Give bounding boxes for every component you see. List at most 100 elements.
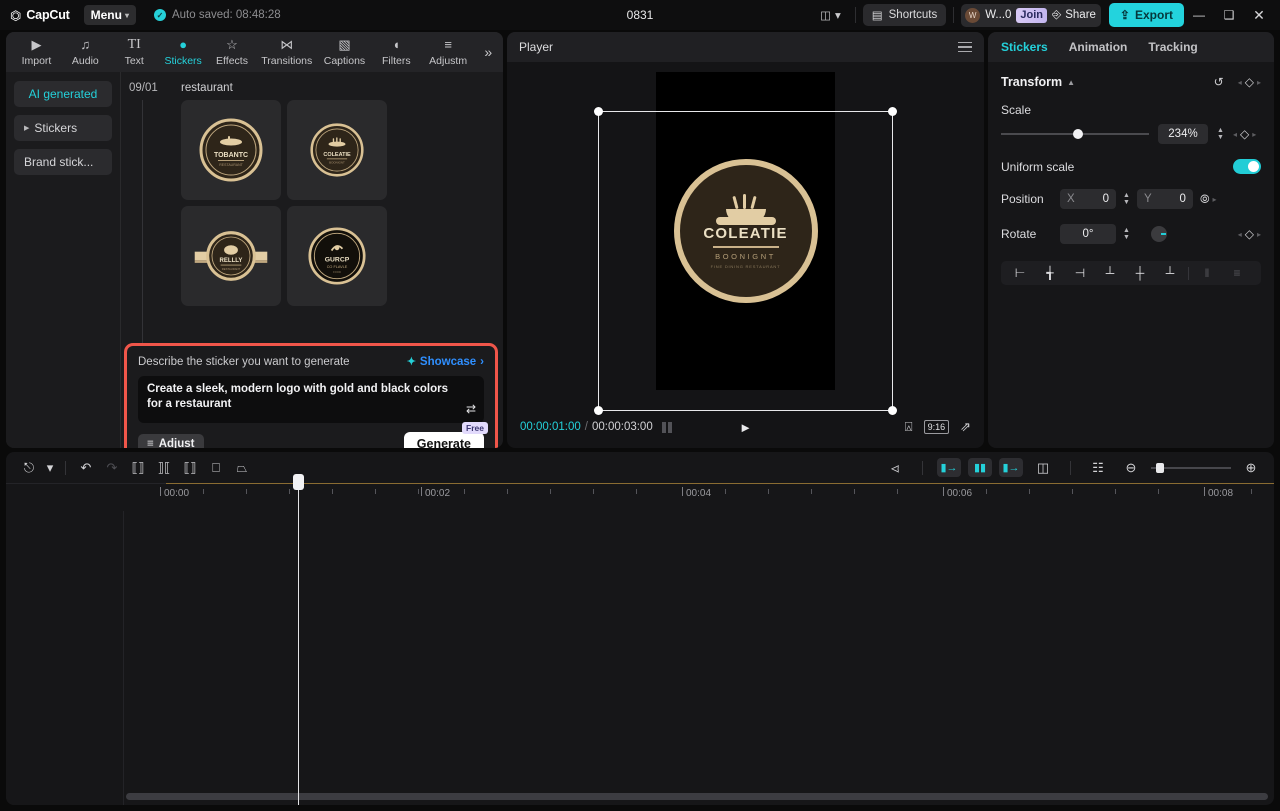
select-dropdown-button[interactable]: ▾: [42, 460, 58, 476]
position-x-stepper[interactable]: ▲▼: [1123, 193, 1130, 206]
zoom-slider[interactable]: [1151, 462, 1231, 474]
function-audio[interactable]: ♫ Audio: [61, 37, 110, 67]
function-transitions[interactable]: ⋈ Transitions: [256, 37, 317, 67]
select-tool-button[interactable]: ⎋: [16, 460, 42, 476]
delete-button[interactable]: ⎕: [203, 460, 229, 476]
rotate-stepper[interactable]: ▲▼: [1123, 228, 1130, 241]
keyframe-icon[interactable]: ◇: [1240, 127, 1249, 141]
category-stickers[interactable]: ▶ Stickers: [14, 115, 112, 141]
zoom-fit-icon[interactable]: ⍓: [905, 419, 913, 435]
uniform-scale-toggle[interactable]: [1233, 159, 1261, 174]
shortcuts-button[interactable]: ▤ Shortcuts: [863, 4, 946, 26]
undo-button[interactable]: ↶: [73, 460, 99, 476]
join-badge[interactable]: Join: [1016, 8, 1047, 23]
tab-stickers[interactable]: Stickers: [1001, 40, 1048, 54]
position-keyframe-control[interactable]: ⦾ ▸: [1200, 192, 1217, 207]
distribute-horizontal-button[interactable]: ‖: [1192, 266, 1222, 280]
timecode-format-icon[interactable]: [662, 422, 672, 433]
sticker-thumbnail[interactable]: RELLLY RESTAURANT: [181, 206, 281, 306]
align-center-vertical-button[interactable]: ┼: [1125, 266, 1155, 280]
rotate-field[interactable]: 0°: [1060, 224, 1116, 244]
mirror-button[interactable]: ⏢: [229, 460, 255, 476]
reset-icon[interactable]: ↺: [1214, 75, 1224, 89]
generate-button[interactable]: Generate: [404, 432, 484, 448]
keyframe-prev-icon[interactable]: ◂: [1238, 78, 1242, 87]
keyframe-icon[interactable]: ◇: [1245, 75, 1254, 89]
scale-stepper[interactable]: ▲▼: [1217, 128, 1224, 141]
trim-right-button[interactable]: ⟦⟧: [177, 460, 203, 476]
align-top-button[interactable]: ┴: [1095, 266, 1125, 280]
sticker-thumbnail[interactable]: COLEATIE BOONIGNT: [287, 100, 387, 200]
collaboration-group[interactable]: W W...0 Join ⎆ Share: [961, 4, 1101, 27]
zoom-in-icon[interactable]: ⊕: [1238, 460, 1264, 476]
function-filters[interactable]: ◖ Filters: [372, 37, 421, 67]
chevron-up-icon[interactable]: ▲: [1067, 78, 1075, 87]
resize-handle-top-left[interactable]: [594, 107, 603, 116]
showcase-button[interactable]: ✦ Showcase ›: [407, 355, 484, 368]
shuffle-icon[interactable]: ⇄: [466, 402, 476, 416]
function-stickers[interactable]: ● Stickers: [159, 37, 208, 67]
scale-slider[interactable]: [1001, 127, 1149, 141]
record-voiceover-icon[interactable]: ⏿: [882, 460, 908, 476]
auto-cut-left-icon[interactable]: ▮→: [937, 458, 961, 477]
trim-left-button[interactable]: ⟧⟦: [151, 460, 177, 476]
slider-knob[interactable]: [1073, 129, 1083, 139]
distribute-vertical-button[interactable]: ≡: [1222, 266, 1252, 280]
export-button[interactable]: ⇪ Export: [1109, 3, 1184, 27]
function-captions[interactable]: ▧ Captions: [317, 37, 372, 67]
maximize-button[interactable]: ❑: [1214, 0, 1244, 30]
minimize-button[interactable]: —: [1184, 0, 1214, 30]
preview-scale-icon[interactable]: ☷: [1085, 460, 1111, 476]
hamburger-icon[interactable]: [958, 42, 972, 53]
adjust-button[interactable]: ≡ Adjust: [138, 434, 204, 449]
category-brand-stickers[interactable]: Brand stick...: [14, 149, 112, 175]
function-text[interactable]: TI Text: [110, 37, 159, 67]
auto-cut-right-icon[interactable]: ▮→: [999, 458, 1023, 477]
tab-tracking[interactable]: Tracking: [1148, 40, 1197, 54]
align-bottom-button[interactable]: ┴: [1155, 266, 1185, 280]
keyframe-prev-icon[interactable]: ◂: [1238, 230, 1242, 239]
keyframe-icon[interactable]: ◇: [1245, 227, 1254, 241]
aspect-ratio-button[interactable]: 9:16: [924, 420, 950, 434]
ai-prompt-input[interactable]: Create a sleek, modern logo with gold an…: [138, 376, 484, 423]
playhead-handle[interactable]: [293, 474, 304, 490]
layout-button[interactable]: ◫ ▾: [813, 4, 848, 26]
share-button[interactable]: ⎆ Share: [1052, 9, 1096, 22]
auto-cut-center-icon[interactable]: ▮▮: [968, 458, 992, 477]
position-x-field[interactable]: X 0: [1060, 189, 1116, 209]
split-button[interactable]: ⟦⟧: [125, 460, 151, 476]
align-right-button[interactable]: ⊣: [1065, 266, 1095, 280]
sticker-thumbnail[interactable]: GURCP CO FLAVLE FOOD: [287, 206, 387, 306]
keyframe-next-icon[interactable]: ▸: [1257, 230, 1261, 239]
keyframe-next-icon[interactable]: ▸: [1257, 78, 1261, 87]
playhead[interactable]: [298, 483, 299, 805]
play-button[interactable]: ►: [739, 420, 752, 435]
selection-box[interactable]: [598, 111, 893, 411]
zoom-out-icon[interactable]: ⊖: [1118, 460, 1144, 476]
rotate-keyframe-control[interactable]: ◂ ◇ ▸: [1238, 227, 1261, 241]
scale-keyframe-control[interactable]: ◂ ◇ ▸: [1233, 127, 1256, 141]
close-button[interactable]: ✕: [1244, 0, 1274, 30]
function-adjustment[interactable]: ≡ Adjustm: [421, 37, 476, 67]
align-left-button[interactable]: ⊢: [1005, 266, 1035, 280]
function-more-button[interactable]: »: [478, 44, 500, 60]
menu-button[interactable]: Menu ▾: [84, 5, 136, 25]
function-effects[interactable]: ☆ Effects: [208, 37, 257, 67]
tab-animation[interactable]: Animation: [1069, 40, 1128, 54]
function-import[interactable]: ▶︎ Import: [12, 37, 61, 67]
position-y-field[interactable]: Y 0: [1137, 189, 1193, 209]
keyframe-next-icon[interactable]: ▸: [1213, 195, 1217, 204]
fullscreen-icon[interactable]: ⇗: [960, 419, 971, 435]
scale-value-field[interactable]: 234%: [1158, 124, 1208, 144]
rotate-dial[interactable]: [1151, 226, 1167, 242]
merge-clips-icon[interactable]: ◫: [1030, 460, 1056, 476]
category-ai-generated[interactable]: AI generated: [14, 81, 112, 107]
sticker-thumbnail[interactable]: TOBANTC RESTAURANT: [181, 100, 281, 200]
timeline-ruler[interactable]: 00:00 00:02 00:04 00:06 00:08: [6, 483, 1274, 511]
slider-knob[interactable]: [1156, 463, 1164, 473]
keyframe-next-icon[interactable]: ▸: [1252, 130, 1256, 139]
align-center-horizontal-button[interactable]: ╅: [1035, 266, 1065, 280]
resize-handle-top-right[interactable]: [888, 107, 897, 116]
keyframe-prev-icon[interactable]: ◂: [1233, 130, 1237, 139]
redo-button[interactable]: ↷: [99, 460, 125, 476]
